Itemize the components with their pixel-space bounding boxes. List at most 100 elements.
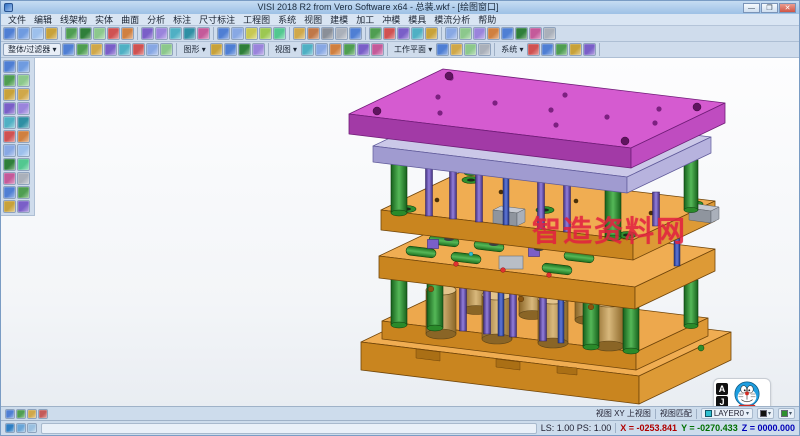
tool-icon[interactable] bbox=[3, 130, 16, 143]
tool-icon[interactable] bbox=[17, 27, 30, 40]
tool-icon[interactable] bbox=[217, 27, 230, 40]
tool-icon[interactable] bbox=[146, 43, 159, 56]
menu-item-视图[interactable]: 视图 bbox=[300, 14, 326, 26]
tool-icon[interactable] bbox=[132, 43, 145, 56]
tool-icon[interactable] bbox=[238, 43, 251, 56]
tool-icon[interactable] bbox=[90, 43, 103, 56]
view-match-button[interactable]: 视图匹配 bbox=[660, 408, 692, 419]
tool-icon[interactable] bbox=[17, 88, 30, 101]
menu-item-编辑[interactable]: 编辑 bbox=[30, 14, 56, 26]
tool-icon[interactable] bbox=[329, 43, 342, 56]
tool-icon[interactable] bbox=[464, 43, 477, 56]
tool-icon[interactable] bbox=[459, 27, 472, 40]
tool-icon[interactable] bbox=[569, 43, 582, 56]
tool-icon[interactable] bbox=[3, 116, 16, 129]
tool-icon[interactable] bbox=[301, 43, 314, 56]
menu-item-冲模[interactable]: 冲模 bbox=[378, 14, 404, 26]
toolbar-group-视图[interactable]: 视图 ▾ bbox=[272, 44, 300, 55]
tool-icon[interactable] bbox=[501, 27, 514, 40]
tool-icon[interactable] bbox=[450, 43, 463, 56]
menu-item-帮助[interactable]: 帮助 bbox=[474, 14, 500, 26]
tool-icon[interactable] bbox=[397, 27, 410, 40]
tool-icon[interactable] bbox=[155, 27, 168, 40]
tool-icon[interactable] bbox=[27, 423, 37, 433]
tool-icon[interactable] bbox=[543, 27, 556, 40]
tool-icon[interactable] bbox=[107, 27, 120, 40]
tool-icon[interactable] bbox=[231, 27, 244, 40]
toolbar-group-工作平面[interactable]: 工作平面 ▾ bbox=[391, 44, 435, 55]
tool-icon[interactable] bbox=[3, 144, 16, 157]
minimize-button[interactable]: — bbox=[743, 3, 760, 13]
tool-icon[interactable] bbox=[515, 27, 528, 40]
menu-item-曲面[interactable]: 曲面 bbox=[117, 14, 143, 26]
tool-icon[interactable] bbox=[17, 116, 30, 129]
tool-icon[interactable] bbox=[3, 27, 16, 40]
tool-icon[interactable] bbox=[335, 27, 348, 40]
layer-dropdown[interactable]: LAYER0 ▾ bbox=[701, 408, 753, 419]
tool-icon[interactable] bbox=[17, 74, 30, 87]
tool-icon[interactable] bbox=[445, 27, 458, 40]
tool-icon[interactable] bbox=[371, 43, 384, 56]
tool-icon[interactable] bbox=[259, 27, 272, 40]
menu-item-建模[interactable]: 建模 bbox=[326, 14, 352, 26]
tool-icon[interactable] bbox=[17, 186, 30, 199]
tool-icon[interactable] bbox=[3, 158, 16, 171]
tool-icon[interactable] bbox=[487, 27, 500, 40]
toolbar-group-图形[interactable]: 图形 ▾ bbox=[180, 44, 208, 55]
linestyle-dropdown[interactable]: ▾ bbox=[778, 408, 795, 419]
tool-icon[interactable] bbox=[343, 43, 356, 56]
tool-icon[interactable] bbox=[79, 27, 92, 40]
tool-icon[interactable] bbox=[315, 43, 328, 56]
menu-item-模流分析[interactable]: 模流分析 bbox=[430, 14, 474, 26]
tool-icon[interactable] bbox=[104, 43, 117, 56]
tool-icon[interactable] bbox=[3, 60, 16, 73]
tool-icon[interactable] bbox=[245, 27, 258, 40]
filter-dropdown[interactable]: 整体/过滤器 ▾ bbox=[3, 43, 61, 56]
tool-icon[interactable] bbox=[17, 200, 30, 213]
tool-icon[interactable] bbox=[65, 27, 78, 40]
tool-icon[interactable] bbox=[27, 409, 37, 419]
tool-icon[interactable] bbox=[17, 102, 30, 115]
tool-icon[interactable] bbox=[183, 27, 196, 40]
tool-icon[interactable] bbox=[160, 43, 173, 56]
tool-icon[interactable] bbox=[3, 200, 16, 213]
menu-item-分析[interactable]: 分析 bbox=[143, 14, 169, 26]
menu-item-尺寸标注[interactable]: 尺寸标注 bbox=[195, 14, 239, 26]
tool-icon[interactable] bbox=[3, 74, 16, 87]
tool-icon[interactable] bbox=[197, 27, 210, 40]
tool-icon[interactable] bbox=[252, 43, 265, 56]
tool-icon[interactable] bbox=[210, 43, 223, 56]
tool-icon[interactable] bbox=[16, 409, 26, 419]
tool-icon[interactable] bbox=[583, 43, 596, 56]
tool-icon[interactable] bbox=[38, 409, 48, 419]
tool-icon[interactable] bbox=[93, 27, 106, 40]
tool-icon[interactable] bbox=[141, 27, 154, 40]
tool-icon[interactable] bbox=[62, 43, 75, 56]
tool-icon[interactable] bbox=[349, 27, 362, 40]
tool-icon[interactable] bbox=[321, 27, 334, 40]
tool-icon[interactable] bbox=[3, 102, 16, 115]
tool-icon[interactable] bbox=[17, 60, 30, 73]
tool-icon[interactable] bbox=[224, 43, 237, 56]
tool-icon[interactable] bbox=[16, 423, 26, 433]
menu-item-加工[interactable]: 加工 bbox=[352, 14, 378, 26]
command-prompt[interactable] bbox=[41, 423, 537, 434]
viewport[interactable]: 智造资料网 AJT bbox=[1, 58, 799, 406]
tool-icon[interactable] bbox=[169, 27, 182, 40]
tool-icon[interactable] bbox=[273, 27, 286, 40]
tool-icon[interactable] bbox=[3, 88, 16, 101]
tool-icon[interactable] bbox=[17, 172, 30, 185]
maximize-button[interactable]: ❐ bbox=[761, 3, 778, 13]
tool-icon[interactable] bbox=[425, 27, 438, 40]
tool-icon[interactable] bbox=[436, 43, 449, 56]
tool-icon[interactable] bbox=[478, 43, 491, 56]
tool-icon[interactable] bbox=[369, 27, 382, 40]
tool-icon[interactable] bbox=[17, 130, 30, 143]
tool-icon[interactable] bbox=[527, 43, 540, 56]
tool-icon[interactable] bbox=[307, 27, 320, 40]
menu-item-实体[interactable]: 实体 bbox=[91, 14, 117, 26]
tool-icon[interactable] bbox=[17, 144, 30, 157]
tool-icon[interactable] bbox=[293, 27, 306, 40]
tool-icon[interactable] bbox=[5, 423, 15, 433]
toolbar-group-系统[interactable]: 系统 ▾ bbox=[498, 44, 526, 55]
